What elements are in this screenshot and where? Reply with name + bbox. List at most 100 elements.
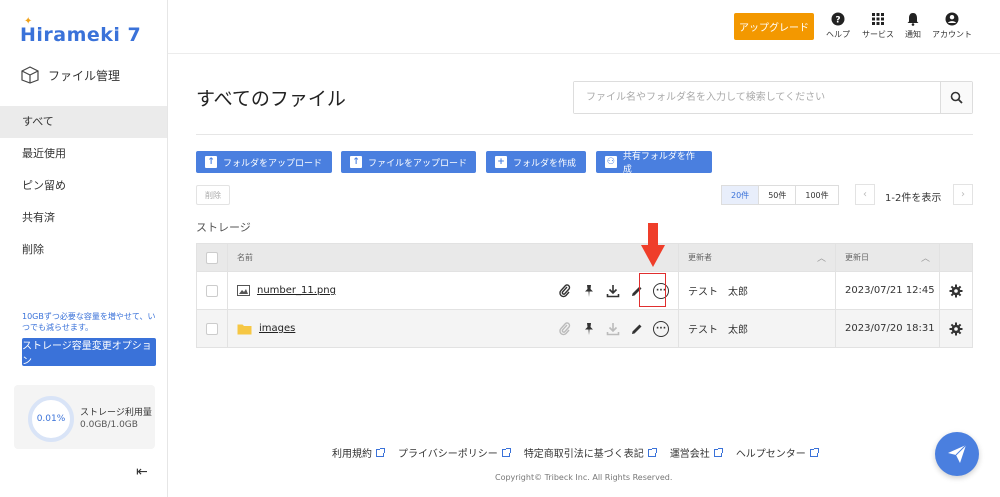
- row-date-cell: 2023/07/21 12:45: [836, 272, 940, 309]
- prev-page-button[interactable]: ‹: [855, 184, 875, 205]
- page-count: 1-2件を表示: [885, 193, 942, 204]
- download-button: [605, 321, 621, 337]
- next-page-button[interactable]: ›: [953, 184, 973, 205]
- table-row[interactable]: number_11.png ··· テスト 太郎 2023/07/21 12:4…: [197, 271, 972, 309]
- image-file-icon: [237, 285, 250, 296]
- page-size-50[interactable]: 50件: [758, 185, 797, 205]
- paper-plane-icon: [948, 444, 967, 463]
- chevron-left-icon: ‹: [863, 189, 867, 200]
- page-size-20[interactable]: 20件: [721, 185, 760, 205]
- row-updater-cell: テスト 太郎: [679, 310, 836, 347]
- download-icon: [606, 284, 620, 297]
- sidebar-item-all[interactable]: すべて: [0, 106, 167, 138]
- account-icon: [945, 12, 959, 26]
- highlight-box-annotation: [639, 273, 666, 307]
- header-date-label: 更新日: [845, 253, 869, 262]
- footer-link-terms[interactable]: 利用規約: [332, 445, 385, 460]
- page-title: すべてのファイル: [196, 88, 346, 110]
- sidebar-item-shared[interactable]: 共有済: [0, 202, 167, 234]
- sidebar-item-recent[interactable]: 最近使用: [0, 138, 167, 170]
- services-grid-icon: [872, 13, 884, 25]
- download-icon: [606, 322, 620, 335]
- account-button[interactable]: アカウント: [932, 12, 972, 40]
- sidebar-item-pinned[interactable]: ピン留め: [0, 170, 167, 202]
- copyright: Copyright© Tribeck Inc. All Rights Reser…: [495, 473, 673, 482]
- external-link-icon: [713, 447, 723, 457]
- footer-link-label: 運営会社: [669, 449, 710, 460]
- services-label: サービス: [862, 30, 894, 39]
- folder-name-link[interactable]: images: [259, 323, 295, 334]
- upload-file-icon: ↑: [350, 156, 362, 168]
- file-table: 名前 更新者 ︿ 更新日 ︿ number_11.png ··· テスト 太郎 20…: [196, 243, 973, 348]
- row-settings-button[interactable]: [940, 272, 972, 309]
- table-row[interactable]: images ··· テスト 太郎 2023/07/20 18:31: [197, 309, 972, 347]
- external-link-icon: [376, 447, 385, 457]
- row-settings-button[interactable]: [940, 310, 972, 347]
- paperclip-icon: [559, 283, 571, 297]
- upload-folder-label: フォルダをアップロード: [223, 158, 323, 169]
- storage-usage-ring: 0.01%: [28, 396, 74, 442]
- edit-button[interactable]: [629, 321, 645, 337]
- row-checkbox[interactable]: [206, 284, 218, 297]
- help-label: ヘルプ: [826, 30, 850, 39]
- search-input[interactable]: [574, 82, 940, 113]
- upload-file-button[interactable]: ↑ ファイルをアップロード: [341, 151, 476, 173]
- more-button[interactable]: ···: [653, 320, 669, 337]
- help-button[interactable]: ? ヘルプ: [826, 12, 850, 40]
- account-label: アカウント: [932, 30, 972, 39]
- external-link-icon: [501, 447, 511, 457]
- footer-link-label: 特定商取引法に基づく表記: [523, 449, 644, 460]
- box-icon: [21, 66, 39, 84]
- search-button[interactable]: [940, 82, 972, 113]
- header-updater[interactable]: 更新者 ︿: [679, 244, 836, 271]
- logo[interactable]: ✦ Hirameki 7: [20, 16, 141, 48]
- footer-link-commerce[interactable]: 特定商取引法に基づく表記: [523, 445, 657, 460]
- sidebar-item-deleted[interactable]: 削除: [0, 234, 167, 266]
- header-date[interactable]: 更新日 ︿: [836, 244, 940, 271]
- collapse-sidebar-icon[interactable]: ⇤: [136, 464, 148, 480]
- pin-icon: [585, 284, 593, 297]
- row-check-cell: [197, 310, 228, 347]
- footer-link-privacy[interactable]: プライバシーポリシー: [398, 445, 511, 460]
- footer-link-label: 利用規約: [332, 449, 372, 460]
- shared-folder-icon: ⚇: [605, 156, 617, 168]
- footer-link-company[interactable]: 運営会社: [669, 445, 723, 460]
- pin-button[interactable]: [581, 283, 597, 299]
- header-name-label: 名前: [237, 253, 253, 262]
- notifications-button[interactable]: 通知: [905, 12, 921, 40]
- gear-icon: [949, 284, 963, 297]
- select-all-checkbox[interactable]: [206, 251, 218, 264]
- row-checkbox[interactable]: [206, 322, 218, 335]
- row-updater-cell: テスト 太郎: [679, 272, 836, 309]
- pencil-icon: [632, 324, 642, 334]
- sort-chevron-icon: ︿: [816, 254, 826, 264]
- storage-section-title: ストレージ: [196, 221, 251, 234]
- delete-button[interactable]: 削除: [196, 185, 230, 205]
- folder-icon: [237, 324, 252, 334]
- storage-usage-card: 0.01% ストレージ利用量 0.0GB/1.0GB: [14, 385, 155, 449]
- file-name-link[interactable]: number_11.png: [257, 285, 336, 296]
- download-button[interactable]: [605, 283, 621, 299]
- pin-button[interactable]: [581, 321, 597, 337]
- attach-button[interactable]: [557, 283, 573, 299]
- svg-text:?: ?: [835, 16, 840, 26]
- row-name-cell: images ···: [228, 310, 679, 347]
- pin-icon: [585, 322, 593, 335]
- row-name-cell: number_11.png ···: [228, 272, 679, 309]
- upload-folder-button[interactable]: ↑ フォルダをアップロード: [196, 151, 332, 173]
- select-all-cell: [197, 244, 228, 271]
- header-name[interactable]: 名前: [228, 244, 679, 271]
- create-shared-folder-button[interactable]: ⚇ 共有フォルダを作成: [596, 151, 712, 175]
- table-header: 名前 更新者 ︿ 更新日 ︿: [197, 244, 972, 271]
- create-folder-button[interactable]: + フォルダを作成: [486, 151, 586, 173]
- storage-option-button[interactable]: ストレージ容量変更オプション: [22, 338, 156, 367]
- services-button[interactable]: サービス: [862, 12, 894, 40]
- page-size-100[interactable]: 100件: [795, 185, 839, 205]
- storage-usage-label: ストレージ利用量: [80, 408, 152, 418]
- header-settings: [940, 244, 972, 271]
- sidebar-section-title: ファイル管理: [48, 68, 121, 83]
- send-fab-button[interactable]: [935, 432, 979, 476]
- footer-link-help[interactable]: ヘルプセンター: [736, 445, 819, 460]
- page-size-selector: 20件 50件 100件: [721, 185, 839, 205]
- upgrade-button[interactable]: アップグレード: [734, 13, 814, 40]
